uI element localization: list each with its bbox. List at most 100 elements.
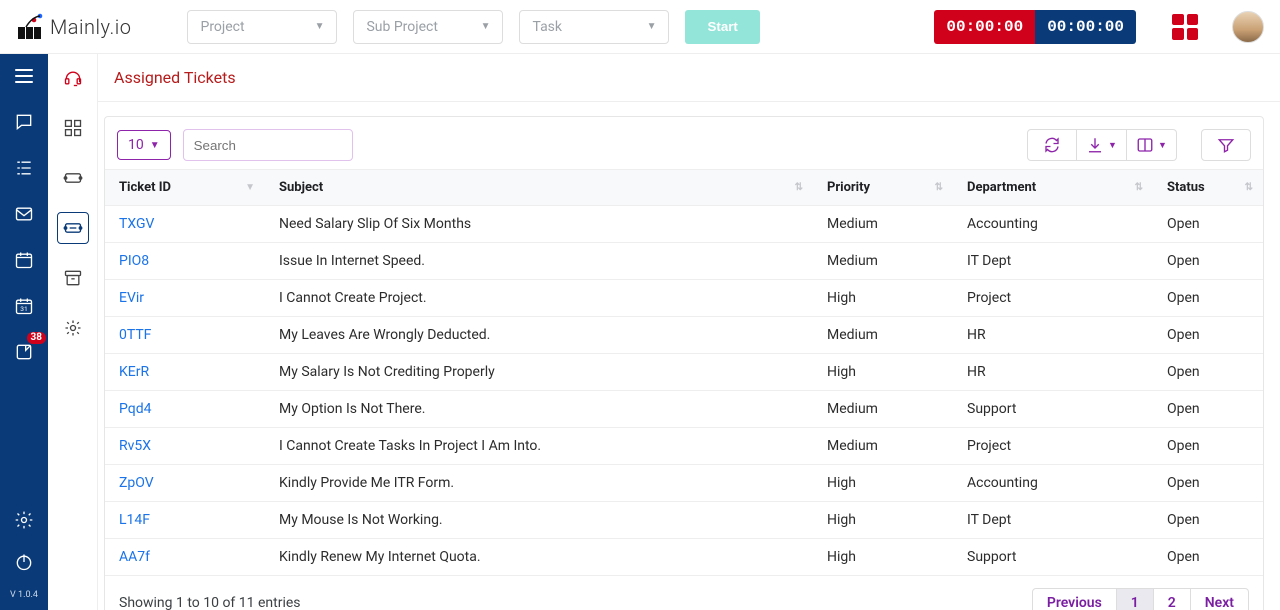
- start-button[interactable]: Start: [685, 10, 759, 44]
- cell-subject: My Mouse Is Not Working.: [265, 502, 813, 539]
- brand-mark-icon: [16, 13, 44, 41]
- menu-toggle[interactable]: [10, 62, 38, 90]
- ticket-link[interactable]: ZpOV: [119, 475, 154, 491]
- tickets-card: 10 ▼ ▼: [104, 116, 1264, 610]
- sec-nav-settings[interactable]: [57, 312, 89, 344]
- filter-button[interactable]: [1201, 129, 1251, 161]
- power-icon: [14, 552, 34, 572]
- cell-priority: High: [813, 465, 953, 502]
- sidebar-secondary: [48, 54, 98, 610]
- ticket-link[interactable]: TXGV: [119, 216, 154, 232]
- cell-subject: Need Salary Slip Of Six Months: [265, 206, 813, 243]
- table-info: Showing 1 to 10 of 11 entries: [119, 595, 301, 610]
- cell-ticket-id: L14F: [105, 502, 265, 539]
- ticket-link[interactable]: L14F: [119, 512, 150, 528]
- project-select[interactable]: Project ▼: [187, 10, 337, 44]
- ticket-assigned-icon: [63, 218, 83, 238]
- ticket-link[interactable]: KErR: [119, 364, 149, 380]
- col-department[interactable]: Department⇅: [953, 170, 1153, 206]
- calendar-alt-icon: 31: [14, 296, 34, 316]
- nav-schedule[interactable]: 31: [10, 292, 38, 320]
- task-select[interactable]: Task ▼: [519, 10, 669, 44]
- sec-nav-tickets[interactable]: [57, 162, 89, 194]
- timers: 00:00:00 00:00:00: [934, 10, 1136, 44]
- table-row: ZpOVKindly Provide Me ITR Form.HighAccou…: [105, 465, 1263, 502]
- task-select-label: Task: [532, 19, 562, 35]
- nav-settings[interactable]: [10, 506, 38, 534]
- ticket-link[interactable]: 0TTF: [119, 327, 151, 343]
- table-row: AA7fKindly Renew My Internet Quota.HighS…: [105, 539, 1263, 576]
- page-size-select[interactable]: 10 ▼: [117, 130, 171, 160]
- table-row: Pqd4My Option Is Not There.MediumSupport…: [105, 391, 1263, 428]
- cell-priority: Medium: [813, 391, 953, 428]
- nav-notifications[interactable]: 38: [10, 338, 38, 366]
- cell-ticket-id: TXGV: [105, 206, 265, 243]
- cell-department: Project: [953, 280, 1153, 317]
- sec-nav-archive[interactable]: [57, 262, 89, 294]
- ticket-link[interactable]: AA7f: [119, 549, 150, 565]
- ticket-link[interactable]: EVir: [119, 290, 144, 306]
- cell-priority: High: [813, 280, 953, 317]
- pagination: Previous12Next: [1032, 588, 1249, 610]
- cell-status: Open: [1153, 465, 1263, 502]
- columns-icon: [1136, 136, 1154, 154]
- chevron-down-icon: ▼: [1158, 140, 1167, 151]
- page-prev[interactable]: Previous: [1032, 588, 1117, 610]
- table-row: Rv5XI Cannot Create Tasks In Project I A…: [105, 428, 1263, 465]
- timer-total: 00:00:00: [1035, 10, 1136, 44]
- page-next[interactable]: Next: [1191, 588, 1249, 610]
- page-1[interactable]: 1: [1117, 588, 1154, 610]
- sec-nav-assigned-tickets[interactable]: [57, 212, 89, 244]
- ticket-icon: [63, 168, 83, 188]
- ticket-link[interactable]: Pqd4: [119, 401, 151, 417]
- export-button[interactable]: ▼: [1077, 129, 1127, 161]
- search-input[interactable]: [183, 129, 353, 161]
- timer-session: 00:00:00: [934, 10, 1035, 44]
- chat-icon: [14, 112, 34, 132]
- cell-status: Open: [1153, 354, 1263, 391]
- sort-icon: ⇅: [1135, 183, 1143, 193]
- cell-priority: Medium: [813, 317, 953, 354]
- sort-icon: ⇅: [795, 183, 803, 193]
- user-avatar[interactable]: [1232, 11, 1264, 43]
- cell-department: IT Dept: [953, 243, 1153, 280]
- col-ticket-id[interactable]: Ticket ID▼: [105, 170, 265, 206]
- subproject-select[interactable]: Sub Project ▼: [353, 10, 503, 44]
- col-status[interactable]: Status⇅: [1153, 170, 1263, 206]
- table-actions: ▼ ▼: [1027, 129, 1177, 161]
- gear-icon: [63, 318, 83, 338]
- nav-mail[interactable]: [10, 200, 38, 228]
- sec-nav-support[interactable]: [57, 62, 89, 94]
- nav-calendar[interactable]: [10, 246, 38, 274]
- columns-button[interactable]: ▼: [1127, 129, 1177, 161]
- page-2[interactable]: 2: [1154, 588, 1191, 610]
- cell-priority: Medium: [813, 206, 953, 243]
- page-title: Assigned Tickets: [98, 54, 1280, 102]
- cell-status: Open: [1153, 317, 1263, 354]
- sec-nav-dashboard[interactable]: [57, 112, 89, 144]
- cell-ticket-id: 0TTF: [105, 317, 265, 354]
- col-priority[interactable]: Priority⇅: [813, 170, 953, 206]
- cell-subject: My Salary Is Not Crediting Properly: [265, 354, 813, 391]
- logout[interactable]: [10, 548, 38, 576]
- refresh-button[interactable]: [1027, 129, 1077, 161]
- col-subject[interactable]: Subject⇅: [265, 170, 813, 206]
- cell-status: Open: [1153, 428, 1263, 465]
- cell-priority: High: [813, 354, 953, 391]
- table-row: 0TTFMy Leaves Are Wrongly Deducted.Mediu…: [105, 317, 1263, 354]
- brand-logo[interactable]: Mainly.io: [16, 13, 171, 41]
- table-row: EVirI Cannot Create Project.HighProjectO…: [105, 280, 1263, 317]
- ticket-link[interactable]: PIO8: [119, 253, 149, 269]
- nav-tasks[interactable]: [10, 154, 38, 182]
- cell-subject: Issue In Internet Speed.: [265, 243, 813, 280]
- cell-department: Support: [953, 539, 1153, 576]
- table-row: KErR My Salary Is Not Crediting ProperlyH…: [105, 354, 1263, 391]
- sort-desc-icon: ▼: [245, 183, 255, 193]
- cell-priority: High: [813, 502, 953, 539]
- page-size-value: 10: [128, 137, 144, 153]
- dashboard-grid-icon[interactable]: [1172, 14, 1198, 40]
- chevron-down-icon: ▼: [1108, 140, 1117, 151]
- nav-chat[interactable]: [10, 108, 38, 136]
- svg-text:31: 31: [20, 305, 27, 313]
- ticket-link[interactable]: Rv5X: [119, 438, 151, 454]
